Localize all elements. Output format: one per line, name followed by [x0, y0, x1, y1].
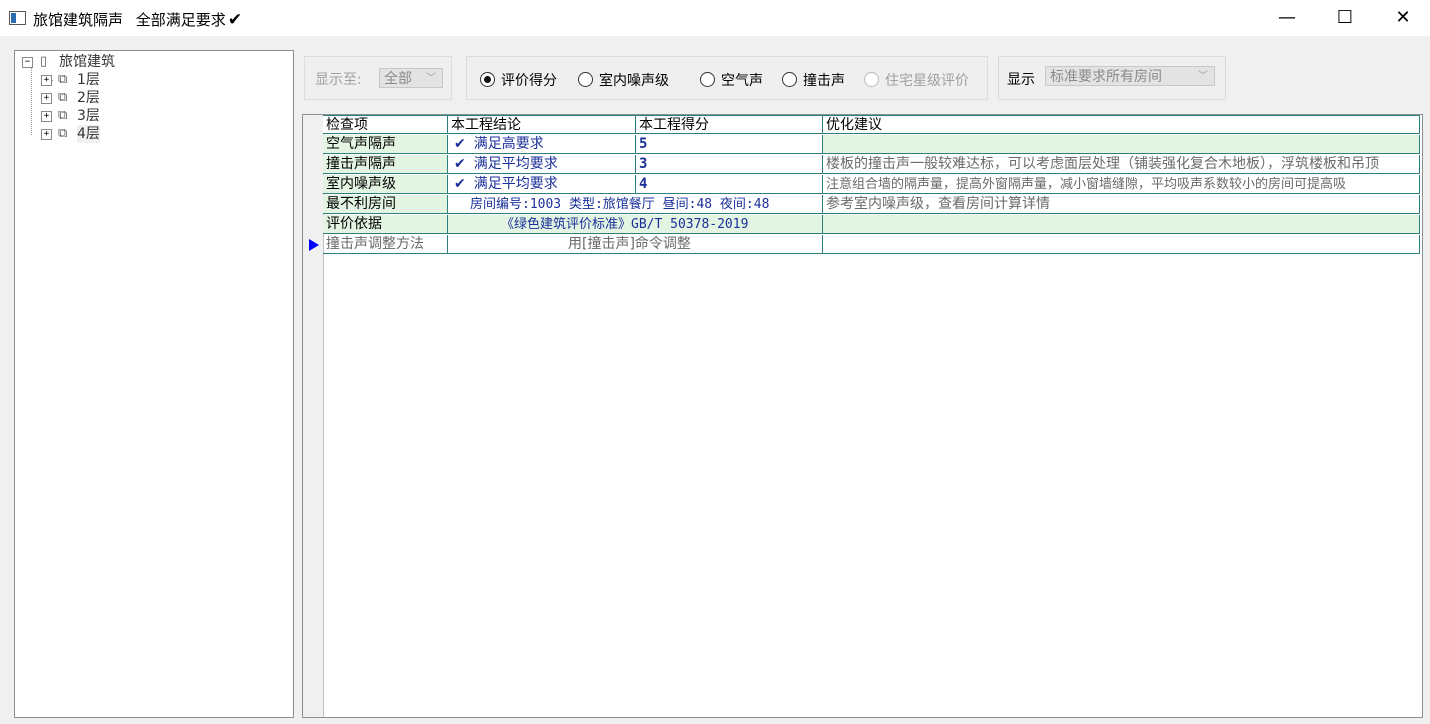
building-icon: ▯	[40, 54, 48, 69]
window-title-text: 旅馆建筑隔声	[33, 11, 124, 29]
checkmark-icon: ✔	[227, 10, 243, 30]
result-grid[interactable]: 检查项 本工程结论 本工程得分 优化建议 空气声隔声 ✔ 满足高要求 5 撞击声隔…	[302, 114, 1423, 718]
tree-root-label[interactable]: 旅馆建筑	[59, 53, 115, 71]
cell-advice[interactable]: 注意组合墙的隔声量，提高外窗隔声量，减小窗墙缝隙，平均吸声系数较小的房间可提高吸	[823, 175, 1420, 194]
cell-score[interactable]: 5	[636, 135, 823, 154]
expand-icon[interactable]: +	[41, 129, 52, 140]
cell-advice[interactable]: 参考室内噪声级，查看房间计算详情	[823, 195, 1420, 214]
cell-advice[interactable]: 楼板的撞击声一般较难达标，可以考虑面层处理（铺装强化复合木地板），浮筑楼板和吊顶	[823, 155, 1420, 174]
cell-advice[interactable]	[823, 135, 1420, 154]
check-icon: ✔	[454, 176, 466, 192]
cell-conclusion-text: 满足平均要求	[473, 176, 558, 192]
tree-item-3[interactable]: + ⧉ 3层	[15, 107, 285, 125]
tree-item-label[interactable]: 3层	[77, 107, 100, 125]
radio-airborne[interactable]: 空气声	[700, 72, 763, 90]
column-header-advice[interactable]: 优化建议	[823, 115, 1420, 134]
show-value: 标准要求所有房间	[1050, 69, 1162, 85]
display-to-group: 显示至: 全部 ﹀	[304, 56, 452, 100]
radio-icon[interactable]	[782, 72, 797, 87]
row-header-column	[303, 115, 324, 717]
radio-score-label[interactable]: 评价得分	[501, 73, 557, 89]
app-icon	[9, 11, 26, 25]
maximize-button[interactable]: ☐	[1316, 0, 1374, 36]
tree-item-label[interactable]: 4层	[77, 125, 100, 143]
show-label: 显示	[1007, 72, 1035, 88]
display-to-label: 显示至:	[315, 72, 362, 88]
floor-icon: ⧉	[58, 108, 68, 123]
floor-tree[interactable]: − ▯ 旅馆建筑 + ⧉ 1层 + ⧉ 2层 + ⧉ 3层 + ⧉ 4层	[14, 50, 294, 718]
radio-star-rating: 住宅星级评价	[864, 72, 969, 90]
floor-icon: ⧉	[58, 90, 68, 105]
radio-indoor-noise-label[interactable]: 室内噪声级	[599, 73, 669, 89]
cell-conclusion[interactable]: ✔ 满足平均要求	[448, 175, 636, 194]
close-button[interactable]: ✕	[1374, 0, 1430, 36]
cell-item[interactable]: 评价依据	[323, 215, 448, 234]
chevron-down-icon: ﹀	[1198, 71, 1208, 82]
tree-item-1[interactable]: + ⧉ 1层	[15, 71, 285, 89]
floor-icon: ⧉	[58, 72, 68, 87]
cell-item[interactable]: 最不利房间	[323, 195, 448, 214]
tree-item-4[interactable]: + ⧉ 4层	[15, 125, 285, 143]
cell-conclusion[interactable]: ✔ 满足平均要求	[448, 155, 636, 174]
window-status-text: 全部满足要求	[135, 11, 226, 29]
column-header-score[interactable]: 本工程得分	[636, 115, 823, 134]
cell-evaluation-standard[interactable]: 《绿色建筑评价标准》GB/T 50378-2019	[448, 215, 823, 234]
show-select[interactable]: 标准要求所有房间 ﹀	[1045, 66, 1215, 86]
column-header-item[interactable]: 检查项	[323, 115, 448, 134]
cell-item[interactable]: 撞击声隔声	[323, 155, 448, 174]
cell-score[interactable]: 3	[636, 155, 823, 174]
title-bar: 旅馆建筑隔声 全部满足要求 ✔ — ☐ ✕	[0, 0, 1430, 36]
radio-icon[interactable]	[578, 72, 593, 87]
tree-item-label[interactable]: 2层	[77, 89, 100, 107]
cell-advice[interactable]	[823, 235, 1420, 254]
window-title: 旅馆建筑隔声 全部满足要求 ✔	[33, 9, 242, 30]
collapse-icon[interactable]: −	[22, 57, 33, 68]
tree-root[interactable]: − ▯ 旅馆建筑	[15, 53, 285, 71]
display-to-value: 全部	[384, 71, 412, 87]
chevron-down-icon: ﹀	[426, 73, 436, 84]
cell-advice[interactable]	[823, 215, 1420, 234]
display-to-select[interactable]: 全部 ﹀	[379, 68, 443, 88]
expand-icon[interactable]: +	[41, 75, 52, 86]
cell-adjust-method[interactable]: 用[撞击声]命令调整	[448, 235, 823, 254]
radio-icon[interactable]	[700, 72, 715, 87]
radio-impact[interactable]: 撞击声	[782, 72, 845, 90]
show-group: 显示 标准要求所有房间 ﹀	[998, 56, 1226, 100]
cell-conclusion[interactable]: ✔ 满足高要求	[448, 135, 636, 154]
radio-star-rating-label: 住宅星级评价	[885, 73, 969, 89]
cell-conclusion-text: 满足高要求	[473, 136, 544, 152]
tree-item-2[interactable]: + ⧉ 2层	[15, 89, 285, 107]
radio-checked-icon[interactable]	[480, 72, 495, 87]
check-icon: ✔	[454, 156, 466, 172]
tree-item-label[interactable]: 1层	[77, 71, 100, 89]
column-header-conclusion[interactable]: 本工程结论	[448, 115, 636, 134]
cell-item[interactable]: 撞击声调整方法	[323, 235, 448, 254]
floor-icon: ⧉	[58, 126, 68, 141]
radio-indoor-noise[interactable]: 室内噪声级	[578, 72, 669, 90]
expand-icon[interactable]: +	[41, 111, 52, 122]
radio-impact-label[interactable]: 撞击声	[803, 73, 845, 89]
minimize-button[interactable]: —	[1258, 0, 1316, 36]
cell-item[interactable]: 室内噪声级	[323, 175, 448, 194]
radio-icon	[864, 72, 879, 87]
cell-worst-room[interactable]: 房间编号:1003 类型:旅馆餐厅 昼间:48 夜间:48	[448, 195, 823, 214]
current-row-pointer-icon	[309, 239, 319, 251]
cell-score[interactable]: 4	[636, 175, 823, 194]
check-icon: ✔	[454, 136, 466, 152]
expand-icon[interactable]: +	[41, 93, 52, 104]
radio-score[interactable]: 评价得分	[480, 72, 557, 90]
radio-airborne-label[interactable]: 空气声	[721, 73, 763, 89]
cell-conclusion-text: 满足平均要求	[473, 156, 558, 172]
cell-item[interactable]: 空气声隔声	[323, 135, 448, 154]
